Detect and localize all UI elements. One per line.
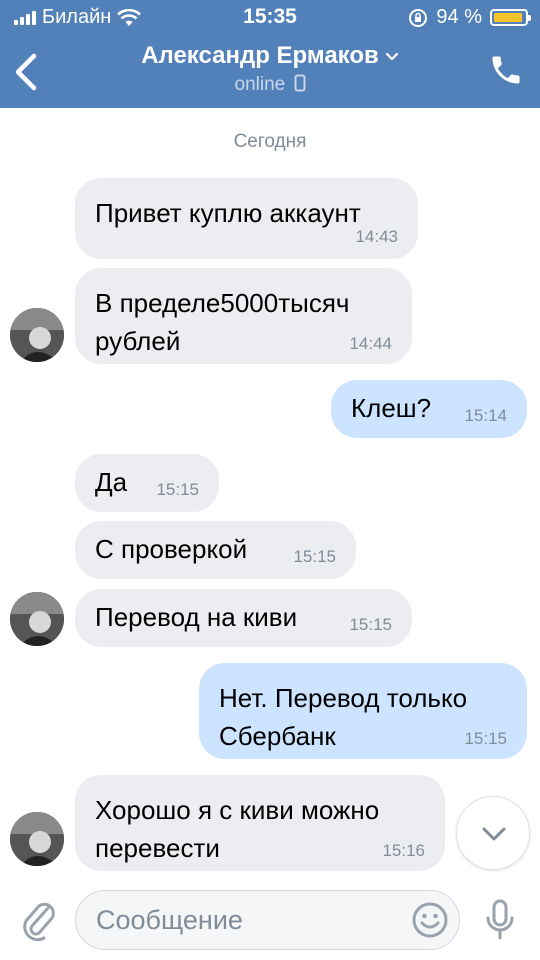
contact-name: Александр Ермаков (141, 42, 379, 69)
message-input[interactable]: Сообщение (75, 890, 460, 950)
avatar[interactable] (10, 592, 64, 646)
date-separator: Сегодня (233, 131, 307, 152)
message-text: В пределе5000тысяч рублей (95, 288, 350, 356)
message-bubble[interactable]: Клеш? 15:14 (331, 380, 527, 438)
message-bubble[interactable]: В пределе5000тысяч рублей 14:44 (75, 268, 412, 364)
rotation-lock-icon (409, 8, 428, 27)
message-placeholder: Сообщение (96, 905, 243, 935)
message-bubble[interactable]: Привет куплю аккаунт 14:43 (75, 178, 418, 259)
message-time: 15:15 (464, 729, 507, 748)
message-time: 15:15 (293, 547, 336, 566)
avatar[interactable] (10, 308, 64, 362)
message-text: Привет куплю аккаунт (95, 198, 361, 228)
message-bubble[interactable]: Да 15:15 (75, 454, 219, 512)
chevron-down-icon (385, 52, 398, 61)
message-time: 15:15 (156, 480, 199, 499)
message-time: 15:16 (382, 841, 425, 860)
emoji-icon[interactable] (411, 901, 449, 939)
mobile-icon (294, 74, 305, 92)
message-composer: Сообщение (0, 880, 540, 960)
microphone-icon[interactable] (485, 898, 515, 942)
attach-icon[interactable] (20, 898, 58, 942)
online-status: online (0, 74, 540, 96)
online-label: online (234, 74, 286, 95)
phone-icon[interactable] (488, 52, 524, 88)
message-text: Клеш? (351, 393, 432, 423)
message-text: Да (95, 467, 128, 497)
message-bubble[interactable]: Перевод на киви 15:15 (75, 589, 412, 647)
scroll-down-button[interactable] (456, 796, 530, 870)
message-text: Перевод на киви (95, 602, 298, 632)
message-text: Хорошо я с киви можно перевести (95, 795, 380, 863)
message-bubble[interactable]: Нет. Перевод только Сбербанк 15:15 (199, 663, 527, 759)
avatar[interactable] (10, 812, 64, 866)
scroll-down-icon (482, 827, 506, 841)
message-bubble[interactable]: Хорошо я с киви можно перевести 15:16 (75, 775, 445, 871)
message-time: 15:14 (464, 406, 507, 425)
chat-header: Билайн 15:35 94 % Александр Ермаков onli… (0, 0, 540, 108)
message-time: 14:44 (349, 334, 392, 353)
battery-icon (490, 9, 531, 26)
chat-title[interactable]: Александр Ермаков (0, 42, 540, 70)
message-bubble[interactable]: С проверкой 15:15 (75, 521, 356, 579)
battery-percent: 94 % (436, 6, 482, 28)
message-text: С проверкой (95, 534, 248, 564)
message-time: 14:43 (355, 227, 398, 246)
status-bar: Билайн 15:35 94 % (0, 0, 540, 36)
message-text: Нет. Перевод только Сбербанк (219, 683, 468, 751)
message-time: 15:15 (349, 615, 392, 634)
